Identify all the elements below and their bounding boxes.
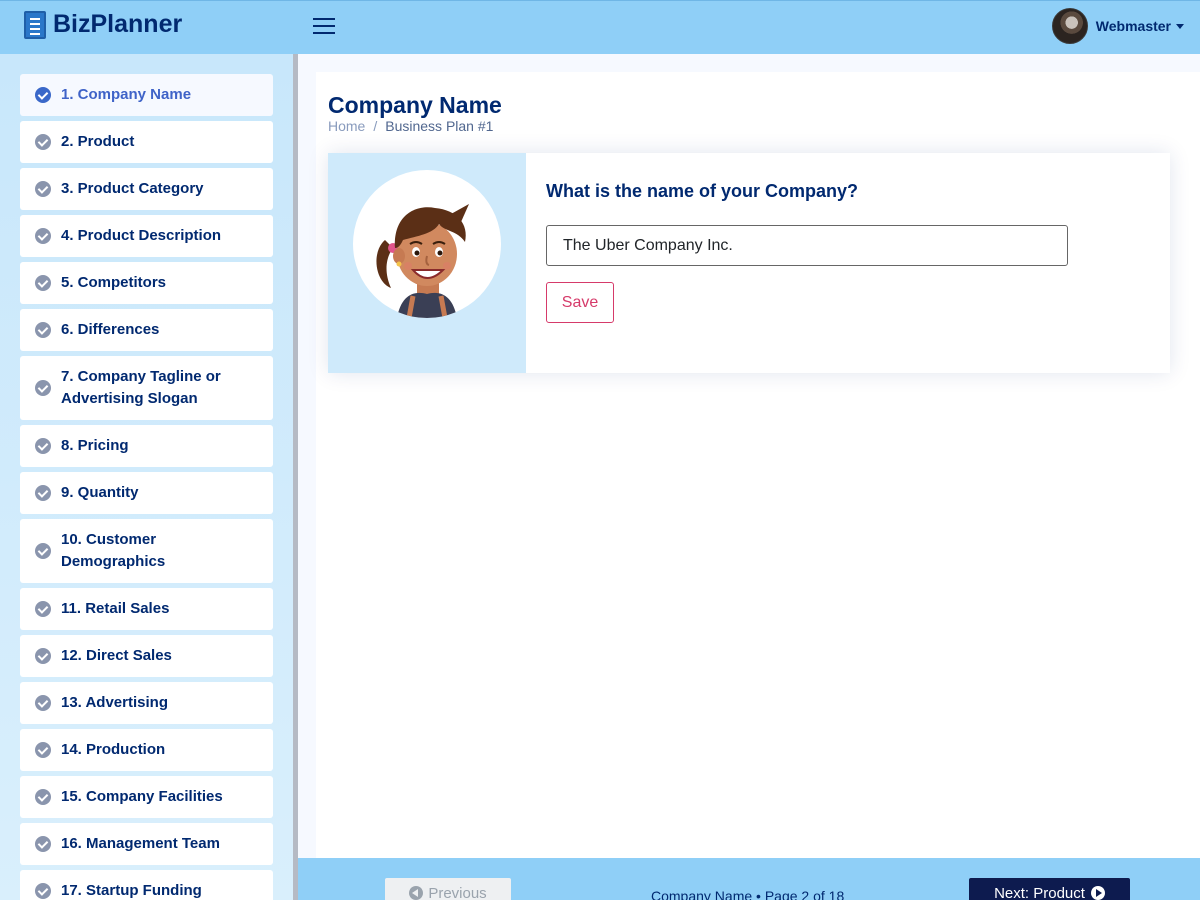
check-circle-icon <box>35 134 51 150</box>
mascot-illustration <box>353 170 501 318</box>
check-circle-icon <box>35 742 51 758</box>
sidebar-item-label: 13. Advertising <box>61 694 168 711</box>
sidebar-item-competitors[interactable]: 5. Competitors <box>20 262 273 304</box>
app-name: BizPlanner <box>53 10 183 38</box>
sidebar-item-label: 15. Company Facilities <box>61 788 223 805</box>
check-circle-icon <box>35 601 51 617</box>
arrow-left-circle-icon <box>409 886 424 900</box>
breadcrumb: Home / Business Plan #1 <box>328 118 493 134</box>
check-circle-icon <box>35 836 51 852</box>
sidebar-item-company-name[interactable]: 1. Company Name <box>20 74 273 116</box>
arrow-right-circle-icon <box>1090 886 1105 900</box>
app-logo[interactable]: BizPlanner <box>24 10 182 39</box>
check-circle-icon <box>35 485 51 501</box>
sidebar-item-label: 10. Customer Demographics <box>61 531 166 570</box>
footer-bar: Previous Company Name • Page 2 of 18 Nex… <box>298 858 1200 900</box>
sidebar-item-product-category[interactable]: 3. Product Category <box>20 168 273 210</box>
check-circle-icon <box>35 883 51 899</box>
sidebar-item-tagline[interactable]: 7. Company Tagline or Advertising Slogan <box>20 356 273 420</box>
sidebar-item-company-facilities[interactable]: 15. Company Facilities <box>20 776 273 818</box>
check-circle-icon <box>35 380 51 396</box>
check-circle-icon <box>35 438 51 454</box>
sidebar-item-label: 17. Startup Funding <box>61 882 202 899</box>
check-circle-icon <box>35 228 51 244</box>
page-status: Company Name • Page 2 of 18 <box>651 888 845 900</box>
sidebar-item-label: 11. Retail Sales <box>61 600 170 617</box>
check-circle-icon <box>35 789 51 805</box>
sidebar-item-label: 4. Product Description <box>61 227 222 244</box>
check-circle-icon <box>35 181 51 197</box>
caret-down-icon <box>1176 23 1184 29</box>
breadcrumb-home-link[interactable]: Home <box>328 118 365 134</box>
sidebar-item-label: 3. Product Category <box>61 180 204 197</box>
sidebar-item-pricing[interactable]: 8. Pricing <box>20 425 273 467</box>
sidebar-item-retail-sales[interactable]: 11. Retail Sales <box>20 588 273 630</box>
save-button[interactable]: Save <box>546 282 614 323</box>
previous-button-label: Previous <box>428 884 487 900</box>
sidebar: 1. Company Name 2. Product 3. Product Ca… <box>0 54 298 900</box>
question-card: What is the name of your Company? Save <box>328 153 1170 373</box>
sidebar-item-quantity[interactable]: 9. Quantity <box>20 472 273 514</box>
company-name-input[interactable] <box>546 225 1068 266</box>
sidebar-item-label: 16. Management Team <box>61 835 220 852</box>
sidebar-item-customer-demographics[interactable]: 10. Customer Demographics <box>20 519 273 583</box>
sidebar-item-label: 5. Competitors <box>61 274 167 291</box>
sidebar-item-label: 2. Product <box>61 133 135 150</box>
sidebar-item-label: 14. Production <box>61 741 166 758</box>
sidebar-item-label: 12. Direct Sales <box>61 647 172 664</box>
check-circle-icon <box>35 543 51 559</box>
check-circle-icon <box>35 322 51 338</box>
sidebar-item-product-description[interactable]: 4. Product Description <box>20 215 273 257</box>
check-circle-icon <box>35 87 51 103</box>
page-title: Company Name <box>328 92 502 118</box>
sidebar-item-label: 8. Pricing <box>61 437 129 454</box>
previous-button[interactable]: Previous <box>385 878 511 900</box>
user-profile-dropdown[interactable]: Webmaster <box>1051 8 1184 44</box>
sidebar-item-startup-funding[interactable]: 17. Startup Funding <box>20 870 273 900</box>
sidebar-item-label: 1. Company Name <box>61 86 192 103</box>
mascot-panel <box>328 153 526 373</box>
next-button[interactable]: Next: Product <box>969 878 1130 900</box>
main-area: Company Name Home / Business Plan #1 Wha… <box>298 54 1200 900</box>
sidebar-item-product[interactable]: 2. Product <box>20 121 273 163</box>
content-panel: Company Name Home / Business Plan #1 Wha… <box>316 72 1200 858</box>
question-form: What is the name of your Company? Save <box>526 153 1170 373</box>
avatar <box>1051 8 1088 44</box>
hamburger-icon[interactable] <box>313 15 335 37</box>
top-header: BizPlanner Webmaster <box>0 0 1200 54</box>
breadcrumb-current: Business Plan #1 <box>385 118 494 134</box>
check-circle-icon <box>35 695 51 711</box>
next-button-label: Next: Product <box>994 884 1085 900</box>
notebook-icon <box>24 10 46 39</box>
sidebar-item-differences[interactable]: 6. Differences <box>20 309 273 351</box>
sidebar-item-production[interactable]: 14. Production <box>20 729 273 771</box>
sidebar-item-management-team[interactable]: 16. Management Team <box>20 823 273 865</box>
sidebar-item-label: 9. Quantity <box>61 484 139 501</box>
check-circle-icon <box>35 648 51 664</box>
breadcrumb-separator: / <box>373 118 378 134</box>
question-text: What is the name of your Company? <box>546 181 859 201</box>
sidebar-item-label: 6. Differences <box>61 321 160 338</box>
check-circle-icon <box>35 275 51 291</box>
sidebar-item-label: 7. Company Tagline or Advertising Slogan <box>61 368 221 407</box>
sidebar-item-advertising[interactable]: 13. Advertising <box>20 682 273 724</box>
user-name: Webmaster <box>1095 18 1171 34</box>
sidebar-item-direct-sales[interactable]: 12. Direct Sales <box>20 635 273 677</box>
